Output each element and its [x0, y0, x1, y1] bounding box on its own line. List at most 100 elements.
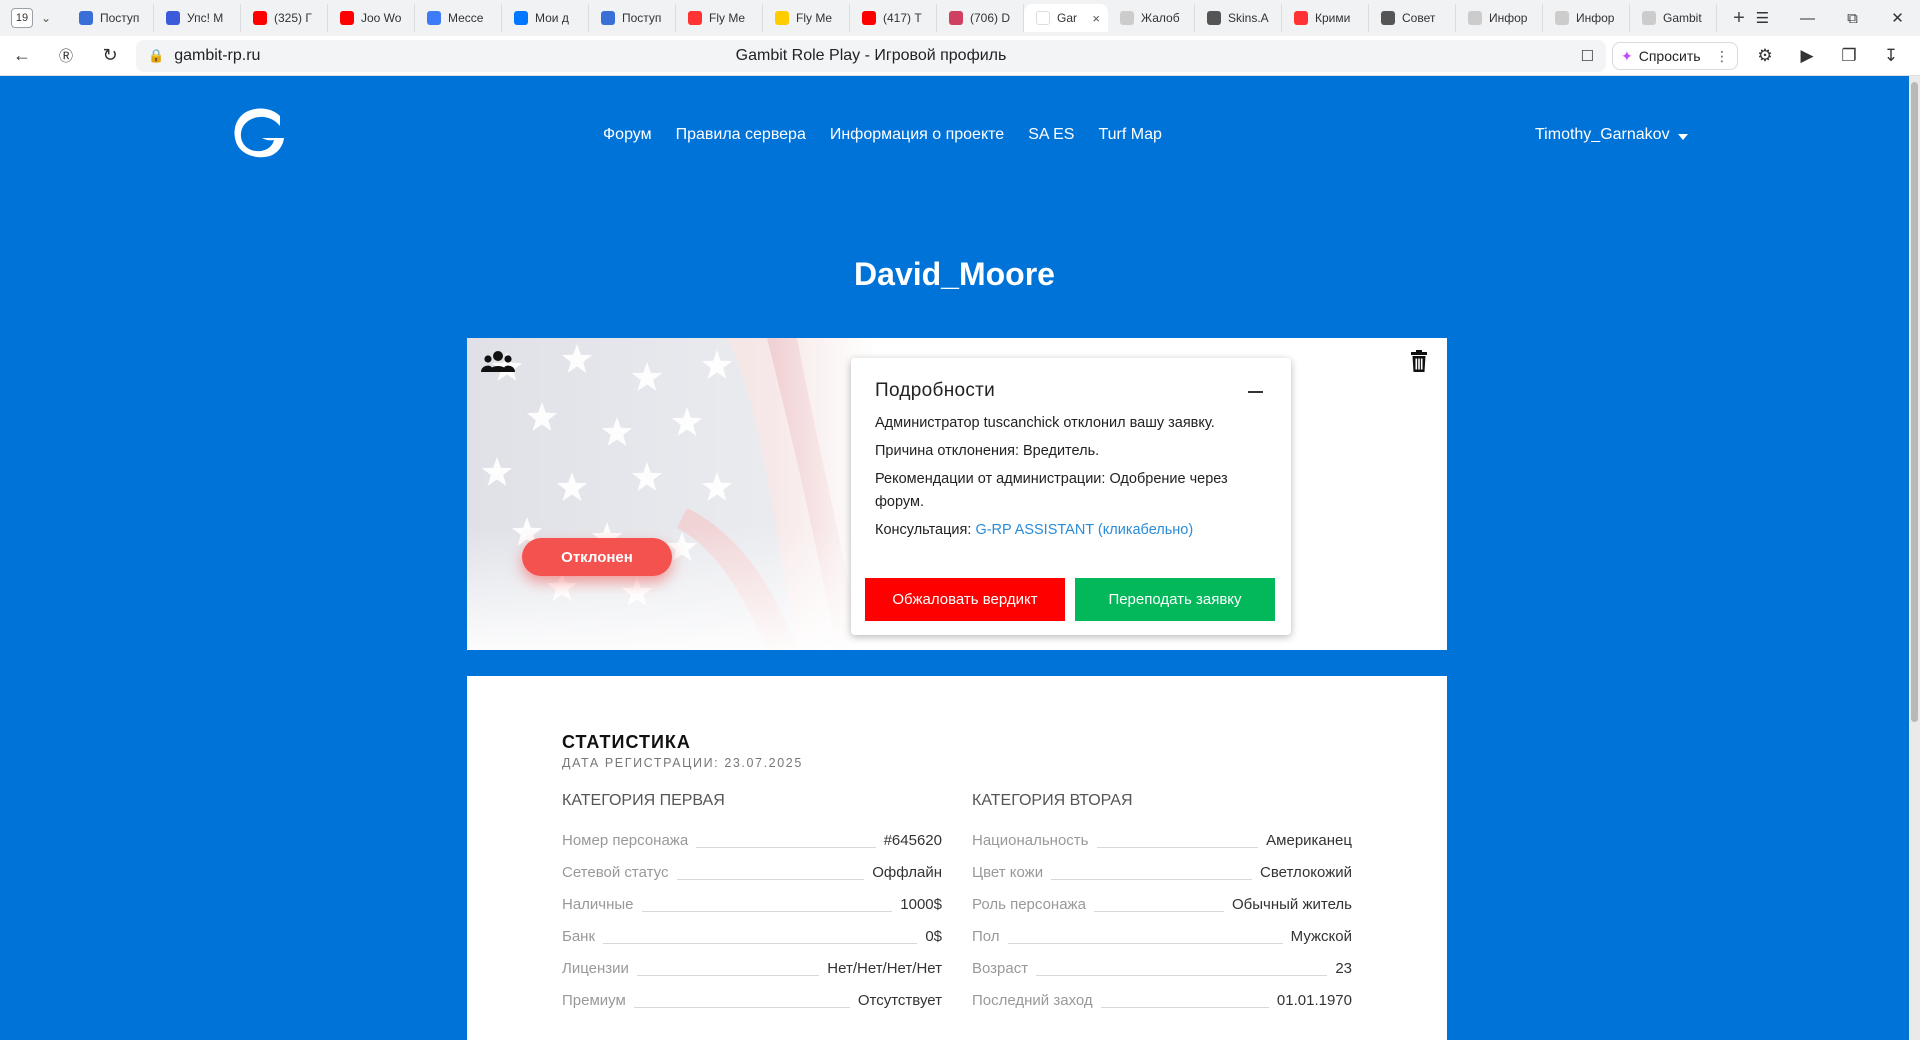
- tab-label: Joo Wo: [361, 11, 402, 25]
- dotted-divider: [603, 942, 918, 944]
- media-icon[interactable]: ▶: [1786, 36, 1828, 76]
- tab-label: Поступ: [100, 11, 140, 25]
- tab-favicon-icon: [1294, 11, 1308, 25]
- tab-close-icon[interactable]: ×: [1092, 11, 1100, 26]
- tab-label: Мои д: [535, 11, 569, 25]
- resubmit-application-button[interactable]: Переподать заявку: [1075, 578, 1275, 621]
- user-menu[interactable]: Timothy_Garnakov: [1535, 126, 1688, 144]
- browser-tab[interactable]: Мессе: [415, 4, 502, 32]
- tab-label: (417) Т: [883, 11, 922, 25]
- appeal-verdict-button[interactable]: Обжаловать вердикт: [865, 578, 1065, 621]
- yandex-icon[interactable]: Ⓡ: [44, 36, 88, 76]
- stat-row: Премиум Отсутствует: [562, 984, 942, 1016]
- collections-icon[interactable]: ❐: [1828, 36, 1870, 76]
- browser-tab[interactable]: Fly Me: [676, 4, 763, 32]
- stat-row: Роль персонажа Обычный житель: [972, 888, 1352, 920]
- nav-turf-map[interactable]: Turf Map: [1098, 126, 1161, 144]
- trash-icon[interactable]: [1410, 350, 1428, 372]
- ai-icon: ✦: [1621, 47, 1633, 64]
- stat-key: Цвет кожи: [972, 863, 1044, 881]
- tab-favicon-icon: [949, 11, 963, 25]
- browser-tab[interactable]: Инфор: [1543, 4, 1630, 32]
- browser-tab[interactable]: (706) D: [937, 4, 1024, 32]
- dotted-divider: [633, 1006, 850, 1008]
- stat-value: 23: [1335, 959, 1352, 977]
- browser-tab[interactable]: Gar ×: [1024, 4, 1108, 32]
- browser-tabstrip: 19 ⌄ Поступ Упс! М (325) Г Joo Wo Мессе Мои д…: [0, 0, 1920, 36]
- page-scrollbar[interactable]: [1909, 76, 1920, 1040]
- gambit-logo-icon[interactable]: [228, 106, 288, 162]
- tab-favicon-icon: [688, 11, 702, 25]
- application-card: Отклонен Подробности Администратор tusca…: [467, 338, 1447, 650]
- stat-row: Наличные 1000$: [562, 888, 942, 920]
- dotted-divider: [696, 846, 876, 848]
- browser-tab[interactable]: Инфор: [1456, 4, 1543, 32]
- browser-tab[interactable]: Gambit: [1630, 4, 1717, 32]
- details-recommendation-line: Рекомендации от администрации: Одобрение…: [875, 471, 1228, 510]
- user-name: Timothy_Garnakov: [1535, 126, 1670, 143]
- reload-icon[interactable]: ↻: [88, 36, 132, 76]
- stat-value: Мужской: [1290, 927, 1352, 945]
- browser-tab[interactable]: Крими: [1282, 4, 1369, 32]
- browser-tab[interactable]: Упс! М: [154, 4, 241, 32]
- close-icon[interactable]: ✕: [1875, 0, 1920, 36]
- minimize-icon[interactable]: —: [1785, 0, 1830, 36]
- dotted-divider: [1051, 878, 1253, 880]
- details-consult-line: Консультация: G-RP ASSISTANT (кликабельн…: [875, 519, 1275, 542]
- nav-sa-es[interactable]: SA ES: [1028, 126, 1074, 144]
- stat-key: Последний заход: [972, 991, 1093, 1009]
- nav-project-info[interactable]: Информация о проекте: [830, 126, 1004, 144]
- scrollbar-thumb[interactable]: [1911, 82, 1918, 722]
- stat-row: Национальность Американец: [972, 824, 1352, 856]
- browser-tab[interactable]: (325) Г: [241, 4, 328, 32]
- flag-background: [467, 338, 877, 650]
- tab-count-badge[interactable]: 19: [11, 8, 33, 28]
- browser-tab[interactable]: Жалоб: [1108, 4, 1195, 32]
- assistant-link[interactable]: G-RP ASSISTANT (кликабельно): [975, 522, 1193, 538]
- details-popup: Подробности Администратор tuscanchick от…: [851, 358, 1291, 635]
- url-field[interactable]: 🔒 gambit-rp.ru Gambit Role Play - Игрово…: [136, 40, 1606, 72]
- extensions-icon[interactable]: ⚙: [1744, 36, 1786, 76]
- tabs-menu-icon[interactable]: ☰: [1740, 0, 1785, 36]
- ask-ai-button[interactable]: ✦ Спросить ⋮: [1612, 42, 1738, 70]
- downloads-icon[interactable]: ↧: [1870, 36, 1912, 76]
- stat-value: 0$: [925, 927, 942, 945]
- details-reason-line: Причина отклонения: Вредитель.: [875, 443, 1100, 459]
- dotted-divider: [1007, 942, 1283, 944]
- browser-tab[interactable]: Fly Me: [763, 4, 850, 32]
- stat-key: Роль персонажа: [972, 895, 1086, 913]
- group-icon[interactable]: [481, 350, 515, 374]
- stat-value: #645620: [883, 831, 942, 849]
- tab-favicon-icon: [514, 11, 528, 25]
- browser-tab[interactable]: Skins.A: [1195, 4, 1282, 32]
- browser-tab[interactable]: Мои д: [502, 4, 589, 32]
- stat-key: Номер персонажа: [562, 831, 689, 849]
- stat-value: 1000$: [900, 895, 942, 913]
- tab-list: Поступ Упс! М (325) Г Joo Wo Мессе Мои д Посту…: [67, 4, 1717, 32]
- stat-key: Лицензии: [562, 959, 629, 977]
- stat-value: Нет/Нет/Нет/Нет: [827, 959, 942, 977]
- dotted-divider: [641, 910, 893, 912]
- more-vert-icon[interactable]: ⋮: [1715, 48, 1729, 65]
- tab-label: Совет: [1402, 11, 1436, 25]
- tab-favicon-icon: [166, 11, 180, 25]
- chevron-down-icon[interactable]: ⌄: [33, 6, 59, 30]
- main-nav: Форум Правила сервера Информация о проек…: [603, 126, 1162, 144]
- tab-favicon-icon: [253, 11, 267, 25]
- stat-key: Наличные: [562, 895, 634, 913]
- category-title: КАТЕГОРИЯ ВТОРАЯ: [972, 792, 1133, 809]
- browser-tab[interactable]: Поступ: [67, 4, 154, 32]
- browser-tab[interactable]: Совет: [1369, 4, 1456, 32]
- browser-tab[interactable]: (417) Т: [850, 4, 937, 32]
- bookmark-icon[interactable]: ☐: [1581, 47, 1594, 65]
- browser-tab[interactable]: Поступ: [589, 4, 676, 32]
- stat-row: Цвет кожи Светлокожий: [972, 856, 1352, 888]
- browser-tab[interactable]: Joo Wo: [328, 4, 415, 32]
- restore-icon[interactable]: ⧉: [1830, 0, 1875, 36]
- nav-forum[interactable]: Форум: [603, 126, 652, 144]
- nav-server-rules[interactable]: Правила сервера: [676, 126, 806, 144]
- stat-key: Премиум: [562, 991, 626, 1009]
- back-arrow-icon[interactable]: ←: [0, 36, 44, 76]
- tab-favicon-icon: [427, 11, 441, 25]
- minimize-icon[interactable]: [1248, 391, 1263, 393]
